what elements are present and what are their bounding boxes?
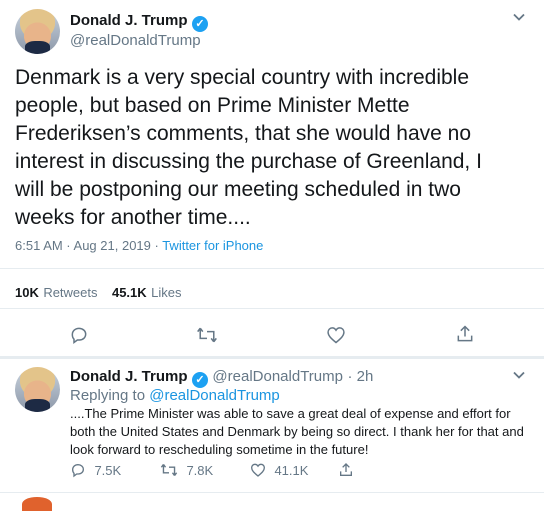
tweet-meta: 6:51 AM · Aug 21, 2019 · Twitter for iPh…: [15, 238, 263, 253]
divider: [0, 308, 544, 309]
retweets-stat[interactable]: 10K Retweets: [15, 284, 102, 301]
verified-badge-icon: ✓: [191, 372, 208, 388]
retweet-icon[interactable]: [196, 325, 218, 345]
retweet-icon: [160, 464, 178, 476]
like-count: 41.1K: [274, 463, 309, 478]
divider: [0, 356, 544, 359]
share-button[interactable]: [338, 462, 354, 480]
reply-count: 7.5K: [94, 463, 122, 478]
chevron-down-icon[interactable]: [512, 10, 526, 28]
divider: [0, 492, 544, 493]
author-name-row[interactable]: Donald J. Trump ✓: [70, 12, 208, 32]
reply-author-handle[interactable]: @realDonaldTrump: [212, 368, 343, 385]
retweets-label: Retweets: [43, 285, 98, 300]
share-icon[interactable]: [455, 324, 475, 344]
heart-icon[interactable]: [326, 325, 346, 345]
share-icon: [340, 463, 352, 476]
replying-to-link[interactable]: @realDonaldTrump: [149, 387, 280, 404]
reply-age[interactable]: · 2h: [347, 368, 373, 385]
reply-action-bar: 7.5K 7.8K 41.1K: [70, 462, 470, 482]
chevron-down-icon[interactable]: [512, 368, 526, 386]
reply-icon: [71, 463, 85, 478]
reply-header: Donald J. Trump ✓ @realDonaldTrump · 2h: [70, 368, 373, 388]
tweet-source-link[interactable]: Twitter for iPhone: [162, 238, 263, 253]
verified-badge-icon: ✓: [191, 16, 208, 32]
retweets-count: 10K: [15, 285, 39, 300]
retweet-count: 7.8K: [186, 463, 214, 478]
replying-to: Replying to @realDonaldTrump: [70, 387, 280, 404]
reply-button[interactable]: 7.5K: [70, 462, 121, 480]
reply-author-name[interactable]: Donald J. Trump: [70, 368, 188, 385]
next-avatar-peek: [22, 497, 52, 511]
retweet-button[interactable]: 7.8K: [160, 462, 213, 480]
tweet-stats: 10K Retweets 45.1K Likes: [15, 284, 181, 302]
likes-stat[interactable]: 45.1K Likes: [112, 284, 182, 301]
author-handle[interactable]: @realDonaldTrump: [70, 32, 201, 49]
likes-count: 45.1K: [111, 285, 147, 300]
reply-author-avatar[interactable]: [15, 367, 60, 412]
author-name[interactable]: Donald J. Trump: [70, 12, 188, 29]
likes-label: Likes: [151, 285, 182, 300]
tweet-text: Denmark is a very special country with i…: [15, 66, 482, 229]
heart-icon: [250, 463, 266, 477]
divider: [0, 268, 544, 269]
reply-text: ....The Prime Minister was able to save …: [70, 406, 524, 457]
replying-prefix: Replying to: [70, 387, 150, 404]
like-button[interactable]: 41.1K: [250, 462, 308, 480]
author-avatar[interactable]: [15, 9, 60, 54]
reply-icon[interactable]: [69, 325, 89, 345]
tweet-time[interactable]: 6:51 AM · Aug 21, 2019 ·: [15, 238, 162, 253]
